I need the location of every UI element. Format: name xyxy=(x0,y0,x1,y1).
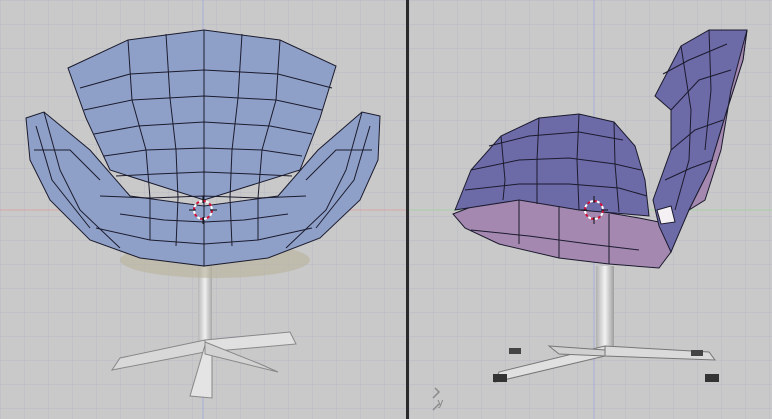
axis-gizmo-label: y xyxy=(437,396,444,409)
side-view-viewport[interactable]: y xyxy=(409,0,772,419)
side-view-canvas[interactable] xyxy=(409,0,772,419)
front-view-viewport[interactable] xyxy=(0,0,406,419)
front-view-canvas[interactable] xyxy=(0,0,406,419)
blender-editor: y xyxy=(0,0,772,419)
